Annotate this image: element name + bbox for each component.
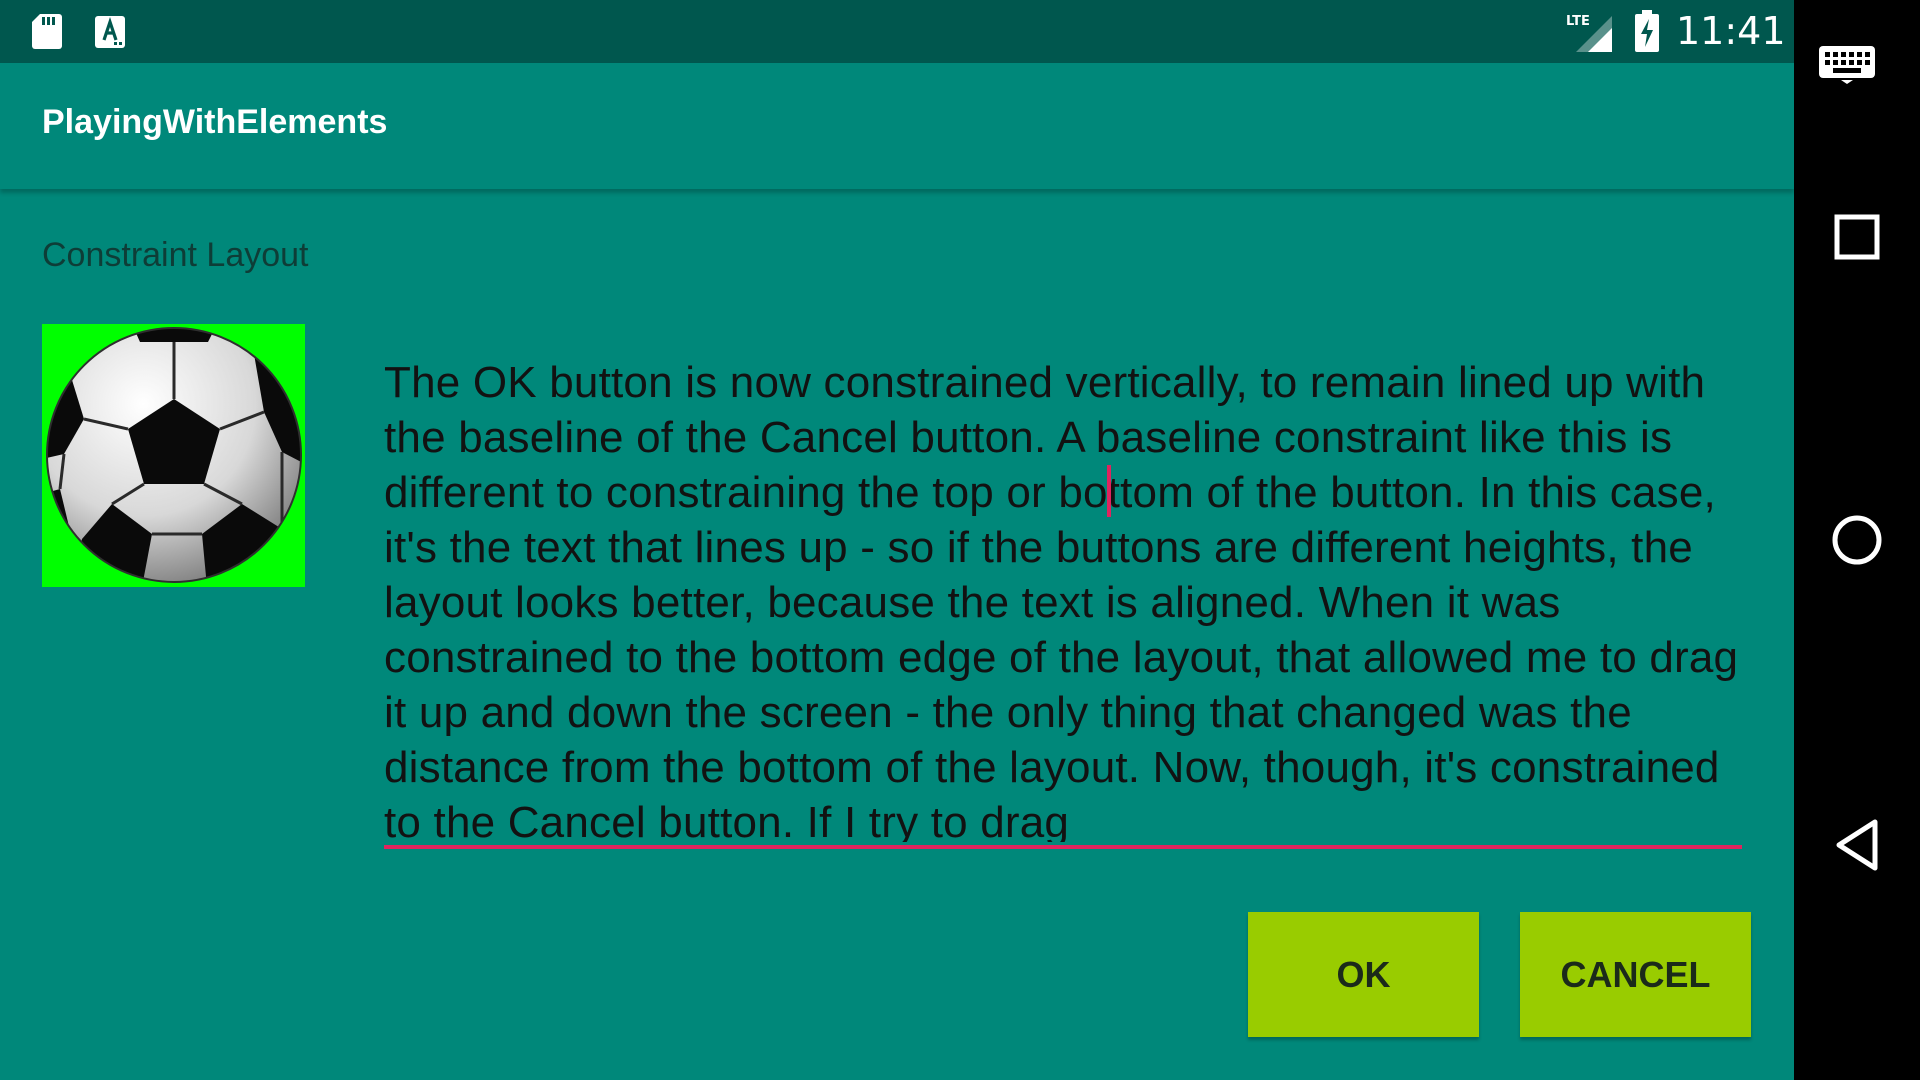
keyboard-icon[interactable] xyxy=(1819,46,1875,84)
status-clock: 11:41 xyxy=(1676,9,1786,53)
soccer-ball-icon xyxy=(46,327,302,583)
cancel-button[interactable]: CANCEL xyxy=(1520,912,1751,1037)
text-a-icon xyxy=(95,16,125,48)
sd-card-icon xyxy=(32,14,62,49)
app-bar: PlayingWithElements xyxy=(0,63,1794,189)
lte-label: LTE xyxy=(1566,14,1590,29)
app-screen: LTE 11:41 PlayingWithElements Constraint… xyxy=(0,0,1794,1080)
battery-charging-icon xyxy=(1635,10,1659,52)
lte-signal-icon: LTE xyxy=(1566,14,1612,52)
back-icon[interactable] xyxy=(1834,818,1880,872)
app-title: PlayingWithElements xyxy=(42,103,388,141)
soccer-ball-image xyxy=(42,324,305,587)
recents-icon[interactable] xyxy=(1834,214,1880,260)
text-field-underline xyxy=(384,845,1742,849)
home-icon[interactable] xyxy=(1831,514,1883,566)
description-text-content: The OK button is now constrained vertica… xyxy=(384,358,1739,842)
ok-button[interactable]: OK xyxy=(1248,912,1479,1037)
text-cursor xyxy=(1107,465,1111,517)
section-label: Constraint Layout xyxy=(42,236,309,274)
description-text-field[interactable]: The OK button is now constrained vertica… xyxy=(384,355,1744,849)
status-bar: LTE 11:41 xyxy=(0,0,1794,63)
description-text: The OK button is now constrained vertica… xyxy=(384,355,1744,842)
